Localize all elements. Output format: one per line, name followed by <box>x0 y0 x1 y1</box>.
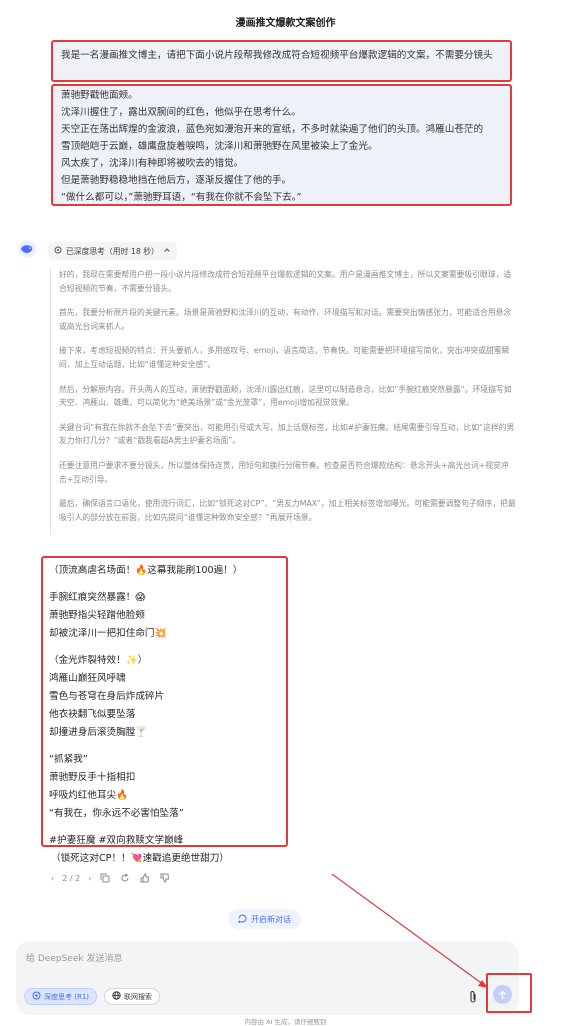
story-line: 风太疾了，沈泽川有种即将被吹去的错觉。 <box>61 158 244 169</box>
thinking-paragraph: 然后，分解原内容。开头两人的互动，萧驰野戳面颊，沈泽川露出红痕，这里可以制造悬念… <box>59 384 512 408</box>
deepseek-whale-icon <box>18 240 36 258</box>
answer-line: “有我在，你永远不必害怕坠落” <box>49 808 184 819</box>
thinking-icon <box>54 246 62 256</box>
footer-disclaimer: 内容由 AI 生成，请仔细甄别 <box>244 1018 327 1026</box>
story-line: 但是萧驰野稳稳地挡在他后方，逐渐反握住了他的手。 <box>61 175 292 186</box>
thinking-content: 好的，我现在需要帮用户把一段小说片段修改成符合短视频平台爆款逻辑的文案。用户是漫… <box>50 268 516 536</box>
answer-line: 他衣袂翻飞似要坠落 <box>49 709 136 720</box>
answer-line: 手腕红痕突然暴露！😱 <box>49 592 146 603</box>
copy-icon[interactable] <box>99 872 111 884</box>
web-search-label: 联网搜索 <box>124 992 152 1001</box>
answer-line: 萧驰野指尖轻蹭他脸颊 <box>49 610 145 621</box>
answer-copy: （顶流高虐名场面！🔥这幕我能刷100遍！） 手腕红痕突然暴露！😱 萧驰野指尖轻蹭… <box>41 556 288 847</box>
story-line: 沈泽川握住了，露出双腕间的红色，他似乎在思考什么。 <box>61 107 301 118</box>
thinking-toggle[interactable]: 已深度思考（用时 18 秒） <box>48 242 177 260</box>
message-actions: ‹ 2 / 2 › <box>51 872 171 884</box>
answer-line: 却被沈泽川一把扣住命门💥 <box>49 628 167 639</box>
deep-think-icon <box>32 991 41 1002</box>
new-chat-label: 开启新对话 <box>251 914 291 924</box>
thinking-paragraph: 最后，确保语言口语化，使用流行词汇，比如“锁死这对CP”、“男友力MAX”，加上… <box>59 499 516 522</box>
user-prompt-bubble: 我是一名漫画推文博主，请把下面小说片段帮我修改成符合短视频平台爆款逻辑的文案，不… <box>51 40 512 82</box>
pager-prev-icon[interactable]: ‹ <box>51 874 54 883</box>
answer-tail: （锁死这对CP！！💘速戳追更绝世甜刀） <box>51 853 229 864</box>
answer-line: 萧驰野反手十指相扣 <box>49 772 136 783</box>
chevron-up-icon <box>163 246 171 256</box>
story-excerpt-bubble: 萧驰野戳他面颊。 沈泽川握住了，露出双腕间的红色，他似乎在思考什么。 天空正在荡… <box>51 84 512 206</box>
pager-count: 2 / 2 <box>62 873 81 883</box>
web-search-toggle[interactable]: 联网搜索 <box>104 988 160 1005</box>
answer-hashtags: #护妻狂魔 #双向救赎文学巅峰 <box>49 835 184 846</box>
answer-line: 雪色与苍穹在身后炸成碎片 <box>49 691 165 702</box>
thumbs-down-icon[interactable] <box>159 872 171 884</box>
message-composer: 给 DeepSeek 发送消息 深度思考 (R1) 联网搜索 <box>16 941 519 1015</box>
attachment-icon[interactable] <box>466 988 480 1006</box>
send-button-highlight <box>486 973 532 1013</box>
thinking-label: 已深度思考（用时 18 秒） <box>66 246 159 256</box>
thumbs-up-icon[interactable] <box>139 872 151 884</box>
thinking-paragraph: 接下来，考虑短视频的特点：开头要抓人，多用感叹号、emoji，语言简洁，节奏快。… <box>59 346 510 369</box>
thinking-paragraph: 首先，我要分析原片段的关键元素。场景是萧驰野和沈泽川的互动，有动作、环境描写和对… <box>59 308 512 331</box>
answer-line: 呼吸灼红他耳尖🔥 <box>49 790 129 801</box>
new-chat-button[interactable]: 开启新对话 <box>228 909 301 929</box>
story-line: 萧驰野戳他面颊。 <box>61 90 138 101</box>
thinking-paragraph: 好的，我现在需要帮用户把一段小说片段修改成符合短视频平台爆款逻辑的文案。用户是漫… <box>59 270 512 293</box>
page-title: 漫画推文爆款文案创作 <box>235 18 336 29</box>
answer-line: 却撞进身后滚烫胸膛🍸 <box>49 727 148 738</box>
story-line: 天空正在荡出辉煌的金波浪，蓝色宛如漫泡开来的宣纸，不多时就染遍了他们的头顶。鸿雁… <box>61 124 484 135</box>
story-line: “做什么都可以，”萧驰野耳语，“有我在你就不会坠下去。” <box>61 192 302 203</box>
answer-line: （顶流高虐名场面！🔥这幕我能刷100遍！） <box>49 565 243 576</box>
answer-line: （金光炸裂特效！✨） <box>49 655 148 666</box>
new-chat-icon <box>238 914 247 925</box>
story-line: 雪顶皑皑于云巅，雄鹰盘旋着唳鸣，沈泽川和萧驰野在风里被染上了金光。 <box>61 141 378 152</box>
thinking-paragraph: 关键台词“有我在你就不会坠下去”要突出，可能用引号或大写，加上话题标签，比如#护… <box>59 422 515 446</box>
deep-think-toggle[interactable]: 深度思考 (R1) <box>24 988 98 1005</box>
regenerate-icon[interactable] <box>119 872 131 884</box>
globe-icon <box>112 991 121 1002</box>
message-input[interactable]: 给 DeepSeek 发送消息 <box>26 951 122 964</box>
thinking-paragraph: 还要注意用户要求不要分镜头，所以整体保持连贯，用短句和换行分隔节奏。检查是否符合… <box>59 460 509 484</box>
deep-think-label: 深度思考 (R1) <box>44 992 90 1001</box>
pager-next-icon[interactable]: › <box>88 874 91 883</box>
answer-line: “抓紧我” <box>49 754 88 765</box>
answer-line: 鸿雁山巅狂风呼啸 <box>49 673 126 684</box>
